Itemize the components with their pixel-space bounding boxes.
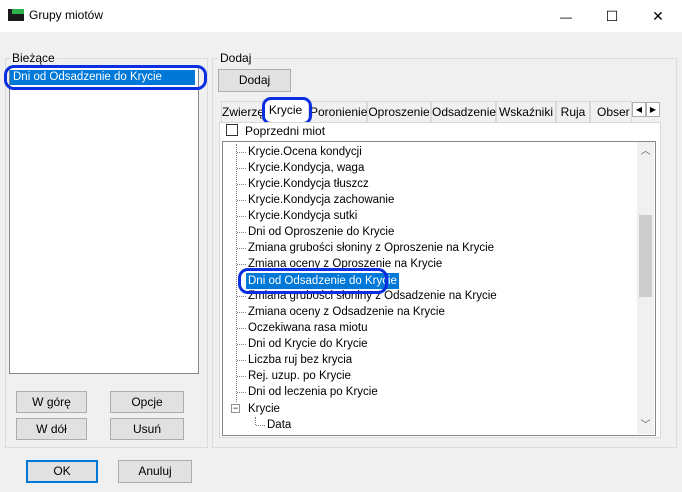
previous-litter-label: Poprzedni miot [245, 124, 326, 138]
tree-connector [237, 376, 246, 377]
tree-connector [237, 344, 246, 345]
tree-connector [237, 216, 246, 217]
tree-child-node[interactable]: Data [267, 417, 291, 433]
tree-item[interactable]: Krycie.Kondycja zachowanie [248, 192, 394, 208]
tree-item[interactable]: Dni od Krycie do Krycie [248, 336, 368, 352]
app-icon [8, 9, 24, 21]
tree-connector [237, 392, 246, 393]
minimize-icon: — [560, 10, 572, 24]
tab-poronienie[interactable]: Poronienie [309, 101, 367, 122]
window-title: Grupy miotów [29, 8, 104, 22]
maximize-icon: ☐ [605, 8, 619, 24]
tree-item[interactable]: Dni od leczenia po Krycie [248, 384, 378, 400]
tree-item[interactable]: Zmiana oceny z Odsadzenie na Krycie [248, 304, 445, 320]
cancel-button[interactable]: Anuluj [118, 460, 192, 483]
tab-zwierze[interactable]: Zwierzę [221, 101, 264, 122]
tree-connector [256, 425, 265, 426]
collapse-toggle[interactable]: − [231, 404, 240, 413]
highlight-ring-current [4, 65, 207, 90]
tree-item[interactable]: Dni od Oproszenie do Krycie [248, 224, 394, 240]
arrow-left-icon: ◀ [635, 105, 643, 114]
minus-icon: − [232, 403, 239, 413]
highlight-ring-tab [262, 97, 312, 125]
ok-button[interactable]: OK [26, 460, 98, 483]
tree-connector [237, 328, 246, 329]
scroll-down-button[interactable]: ﹀ [637, 418, 654, 434]
tree-connector [237, 360, 246, 361]
close-icon: ✕ [652, 8, 664, 24]
tree-item[interactable]: Oczekiwana rasa miotu [248, 320, 368, 336]
tree-connector [237, 264, 246, 265]
tree-line [255, 417, 256, 425]
chevron-up-icon: ︿ [640, 146, 651, 157]
add-button[interactable]: Dodaj [218, 69, 291, 92]
tab-oproszenie[interactable]: Oproszenie [367, 101, 431, 122]
current-group-label: Bieżące [10, 51, 57, 65]
tree-group-node[interactable]: Krycie [248, 401, 280, 417]
tree-item[interactable]: Krycie.Kondycja, waga [248, 160, 364, 176]
tab-scroll-right-button[interactable]: ▶ [646, 102, 660, 117]
scroll-thumb[interactable] [639, 215, 652, 297]
tree-connector [237, 200, 246, 201]
tab-scroll-left-button[interactable]: ◀ [632, 102, 646, 117]
tree-item[interactable]: Zmiana grubości słoniny z Oproszenie na … [248, 240, 494, 256]
tree-connector [237, 248, 246, 249]
maximize-button[interactable]: ☐ [589, 0, 635, 32]
tree-item[interactable]: Krycie.Ocena kondycji [248, 144, 362, 160]
highlight-ring-tree [238, 268, 388, 294]
arrow-right-icon: ▶ [649, 105, 657, 114]
tree-connector [237, 184, 246, 185]
tab-wskazniki[interactable]: Wskaźniki [496, 101, 556, 122]
tree-item[interactable]: Krycie.Kondycja sutki [248, 208, 357, 224]
tree-connector [237, 296, 246, 297]
previous-litter-checkbox[interactable] [226, 124, 238, 136]
tree-item[interactable]: Krycie.Kondycja tłuszcz [248, 176, 369, 192]
tree-connector [237, 312, 246, 313]
options-button[interactable]: Opcje [110, 391, 184, 413]
tree-connector [237, 168, 246, 169]
tree-connector [237, 152, 246, 153]
move-up-button[interactable]: W górę [16, 391, 87, 413]
move-down-button[interactable]: W dół [16, 418, 87, 440]
tree-line [236, 144, 237, 402]
minimize-button[interactable]: — [543, 0, 589, 32]
tree-item[interactable]: Rej. uzup. po Krycie [248, 368, 351, 384]
add-group-label: Dodaj [218, 51, 254, 65]
tab-odsadzenie[interactable]: Odsadzenie [431, 101, 496, 122]
close-button[interactable]: ✕ [635, 0, 681, 32]
scroll-up-button[interactable]: ︿ [637, 144, 654, 160]
tab-ruja[interactable]: Ruja [556, 101, 590, 122]
tree-connector [237, 232, 246, 233]
chevron-down-icon: ﹀ [640, 420, 651, 431]
delete-button[interactable]: Usuń [110, 418, 184, 440]
tree-item[interactable]: Liczba ruj bez krycia [248, 352, 352, 368]
current-list[interactable] [9, 66, 199, 374]
tab-obserwacje[interactable]: Obser [590, 101, 632, 122]
